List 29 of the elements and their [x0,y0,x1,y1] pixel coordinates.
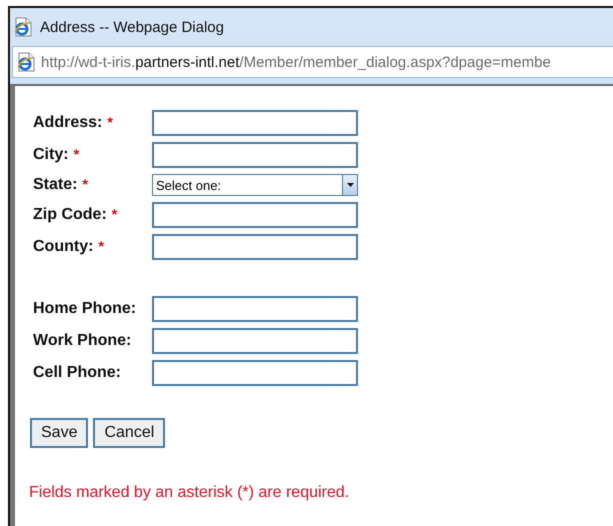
text-field[interactable] [152,202,358,228]
field-label: Zip Code: [33,206,107,224]
page-icon [17,52,35,72]
field-label: State: [33,176,78,194]
field-label: Home Phone: [33,300,136,318]
required-marker: * [74,146,80,162]
text-field[interactable] [152,234,358,260]
text-field[interactable] [152,360,358,386]
field-label: Cell Phone: [33,364,122,382]
required-note: Fields marked by an asterisk (*) are required. [29,484,350,502]
text-field[interactable] [152,328,358,354]
text-field[interactable] [152,296,358,322]
required-marker: * [112,206,118,222]
text-field[interactable] [152,110,358,136]
field-label: City: [33,146,69,164]
caret-icon [346,183,354,187]
required-marker: * [98,238,104,254]
field-label: Address: [33,114,102,132]
form-button[interactable]: Save [30,418,88,448]
field-label: Work Phone: [33,332,132,350]
required-marker: * [82,176,88,192]
select-field[interactable]: Select one: [152,174,358,196]
form-button[interactable]: Cancel [93,418,166,448]
required-marker: * [107,114,113,130]
field-label: County: [33,238,94,256]
window-title: Address -- Webpage Dialog [40,18,224,36]
page-icon [14,17,32,37]
url-text: http://wd-t-iris.partners-intl.net/Member/member_dialog.aspx?dpage=membe [41,54,551,70]
text-field[interactable] [152,142,358,168]
